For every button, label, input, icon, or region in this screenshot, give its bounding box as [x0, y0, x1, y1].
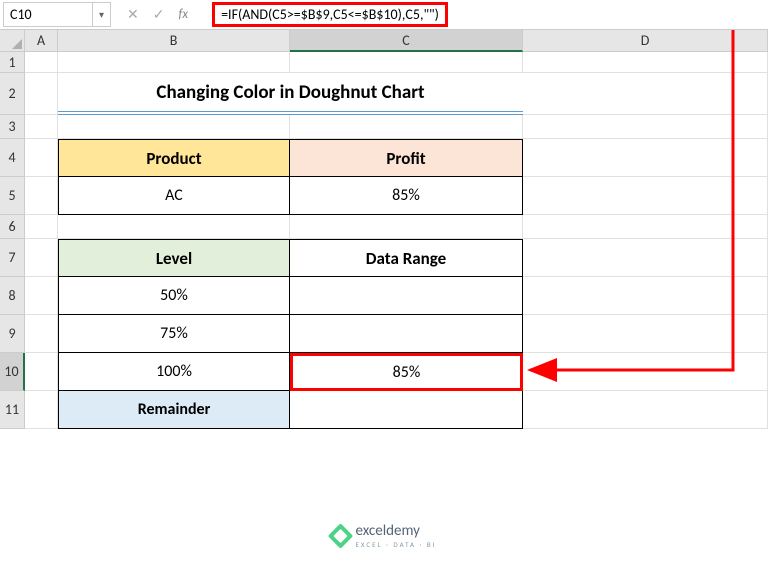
cell-A8[interactable] [25, 277, 58, 315]
row-header-7[interactable]: 7 [0, 239, 25, 277]
formula-bar: C10 ▾ ✕ ✓ fx =IF(AND(C5>=$B$9,C5<=$B$10)… [0, 0, 768, 30]
header-level[interactable]: Level [58, 239, 290, 277]
cell-D1[interactable] [523, 52, 768, 73]
grid: Changing Color in Doughnut Chart Product… [25, 52, 768, 429]
cell-D6[interactable] [523, 215, 768, 239]
header-product[interactable]: Product [58, 139, 290, 177]
cell-A7[interactable] [25, 239, 58, 277]
cell-B3[interactable] [58, 115, 290, 139]
select-all-corner[interactable] [0, 30, 25, 52]
cancel-icon[interactable]: ✕ [127, 6, 139, 23]
cell-A10[interactable] [25, 353, 58, 391]
cell-C1[interactable] [290, 52, 523, 73]
row-header-8[interactable]: 8 [0, 277, 25, 315]
cell-A5[interactable] [25, 177, 58, 215]
col-header-B[interactable]: B [58, 30, 290, 52]
cell-level-50[interactable]: 50% [58, 277, 290, 315]
confirm-icon[interactable]: ✓ [153, 6, 165, 23]
row-header-6[interactable]: 6 [0, 215, 25, 239]
cell-A4[interactable] [25, 139, 58, 177]
row-header-5[interactable]: 5 [0, 177, 25, 215]
cell-level-100[interactable]: 100% [58, 353, 290, 391]
column-headers: A B C D [25, 30, 768, 52]
row-header-11[interactable]: 11 [0, 391, 25, 429]
row-header-2[interactable]: 2 [0, 73, 25, 115]
row-header-4[interactable]: 4 [0, 139, 25, 177]
cell-remainder-range[interactable] [290, 391, 523, 429]
cell-A9[interactable] [25, 315, 58, 353]
watermark-sub: EXCEL · DATA · BI [355, 540, 436, 549]
formula-text: =IF(AND(C5>=$B$9,C5<=$B$10),C5,"") [212, 2, 448, 27]
cell-B1[interactable] [58, 52, 290, 73]
col-header-A[interactable]: A [25, 30, 58, 52]
cell-D11[interactable] [523, 391, 768, 429]
cell-D3[interactable] [523, 115, 768, 139]
watermark: exceldemy EXCEL · DATA · BI [331, 522, 436, 549]
spreadsheet: A B C D 1 2 3 4 5 6 7 8 9 10 11 Changing… [0, 30, 768, 52]
name-box[interactable]: C10 [3, 2, 93, 27]
cell-A3[interactable] [25, 115, 58, 139]
row-header-1[interactable]: 1 [0, 52, 25, 73]
cell-C6[interactable] [290, 215, 523, 239]
cell-A1[interactable] [25, 52, 58, 73]
row-header-3[interactable]: 3 [0, 115, 25, 139]
cell-remainder-label[interactable]: Remainder [58, 391, 290, 429]
cell-C10-selected[interactable]: 85% [290, 353, 523, 391]
row-header-10[interactable]: 10 [0, 353, 25, 391]
name-box-dropdown[interactable]: ▾ [93, 2, 111, 27]
cell-A6[interactable] [25, 215, 58, 239]
formula-bar-buttons: ✕ ✓ fx [111, 6, 204, 23]
cell-D10[interactable] [523, 353, 768, 391]
cell-range-75[interactable] [290, 315, 523, 353]
cell-D5[interactable] [523, 177, 768, 215]
row-header-9[interactable]: 9 [0, 315, 25, 353]
cell-C3[interactable] [290, 115, 523, 139]
watermark-logo-icon [328, 523, 353, 548]
watermark-name: exceldemy [355, 522, 419, 540]
cell-D9[interactable] [523, 315, 768, 353]
cell-D8[interactable] [523, 277, 768, 315]
cell-D2[interactable] [523, 73, 768, 115]
header-data-range[interactable]: Data Range [290, 239, 523, 277]
cell-A2[interactable] [25, 73, 58, 115]
col-header-C[interactable]: C [290, 30, 523, 52]
cell-profit-value[interactable]: 85% [290, 177, 523, 215]
cell-D7[interactable] [523, 239, 768, 277]
fx-icon[interactable]: fx [178, 7, 188, 22]
cell-level-75[interactable]: 75% [58, 315, 290, 353]
cell-range-50[interactable] [290, 277, 523, 315]
cell-D4[interactable] [523, 139, 768, 177]
cell-A11[interactable] [25, 391, 58, 429]
cell-product-value[interactable]: AC [58, 177, 290, 215]
title-cell[interactable]: Changing Color in Doughnut Chart [58, 73, 523, 115]
cell-B6[interactable] [58, 215, 290, 239]
col-header-D[interactable]: D [523, 30, 768, 52]
formula-input[interactable]: =IF(AND(C5>=$B$9,C5<=$B$10),C5,"") [204, 2, 768, 27]
header-profit[interactable]: Profit [290, 139, 523, 177]
row-headers: 1 2 3 4 5 6 7 8 9 10 11 [0, 52, 25, 429]
